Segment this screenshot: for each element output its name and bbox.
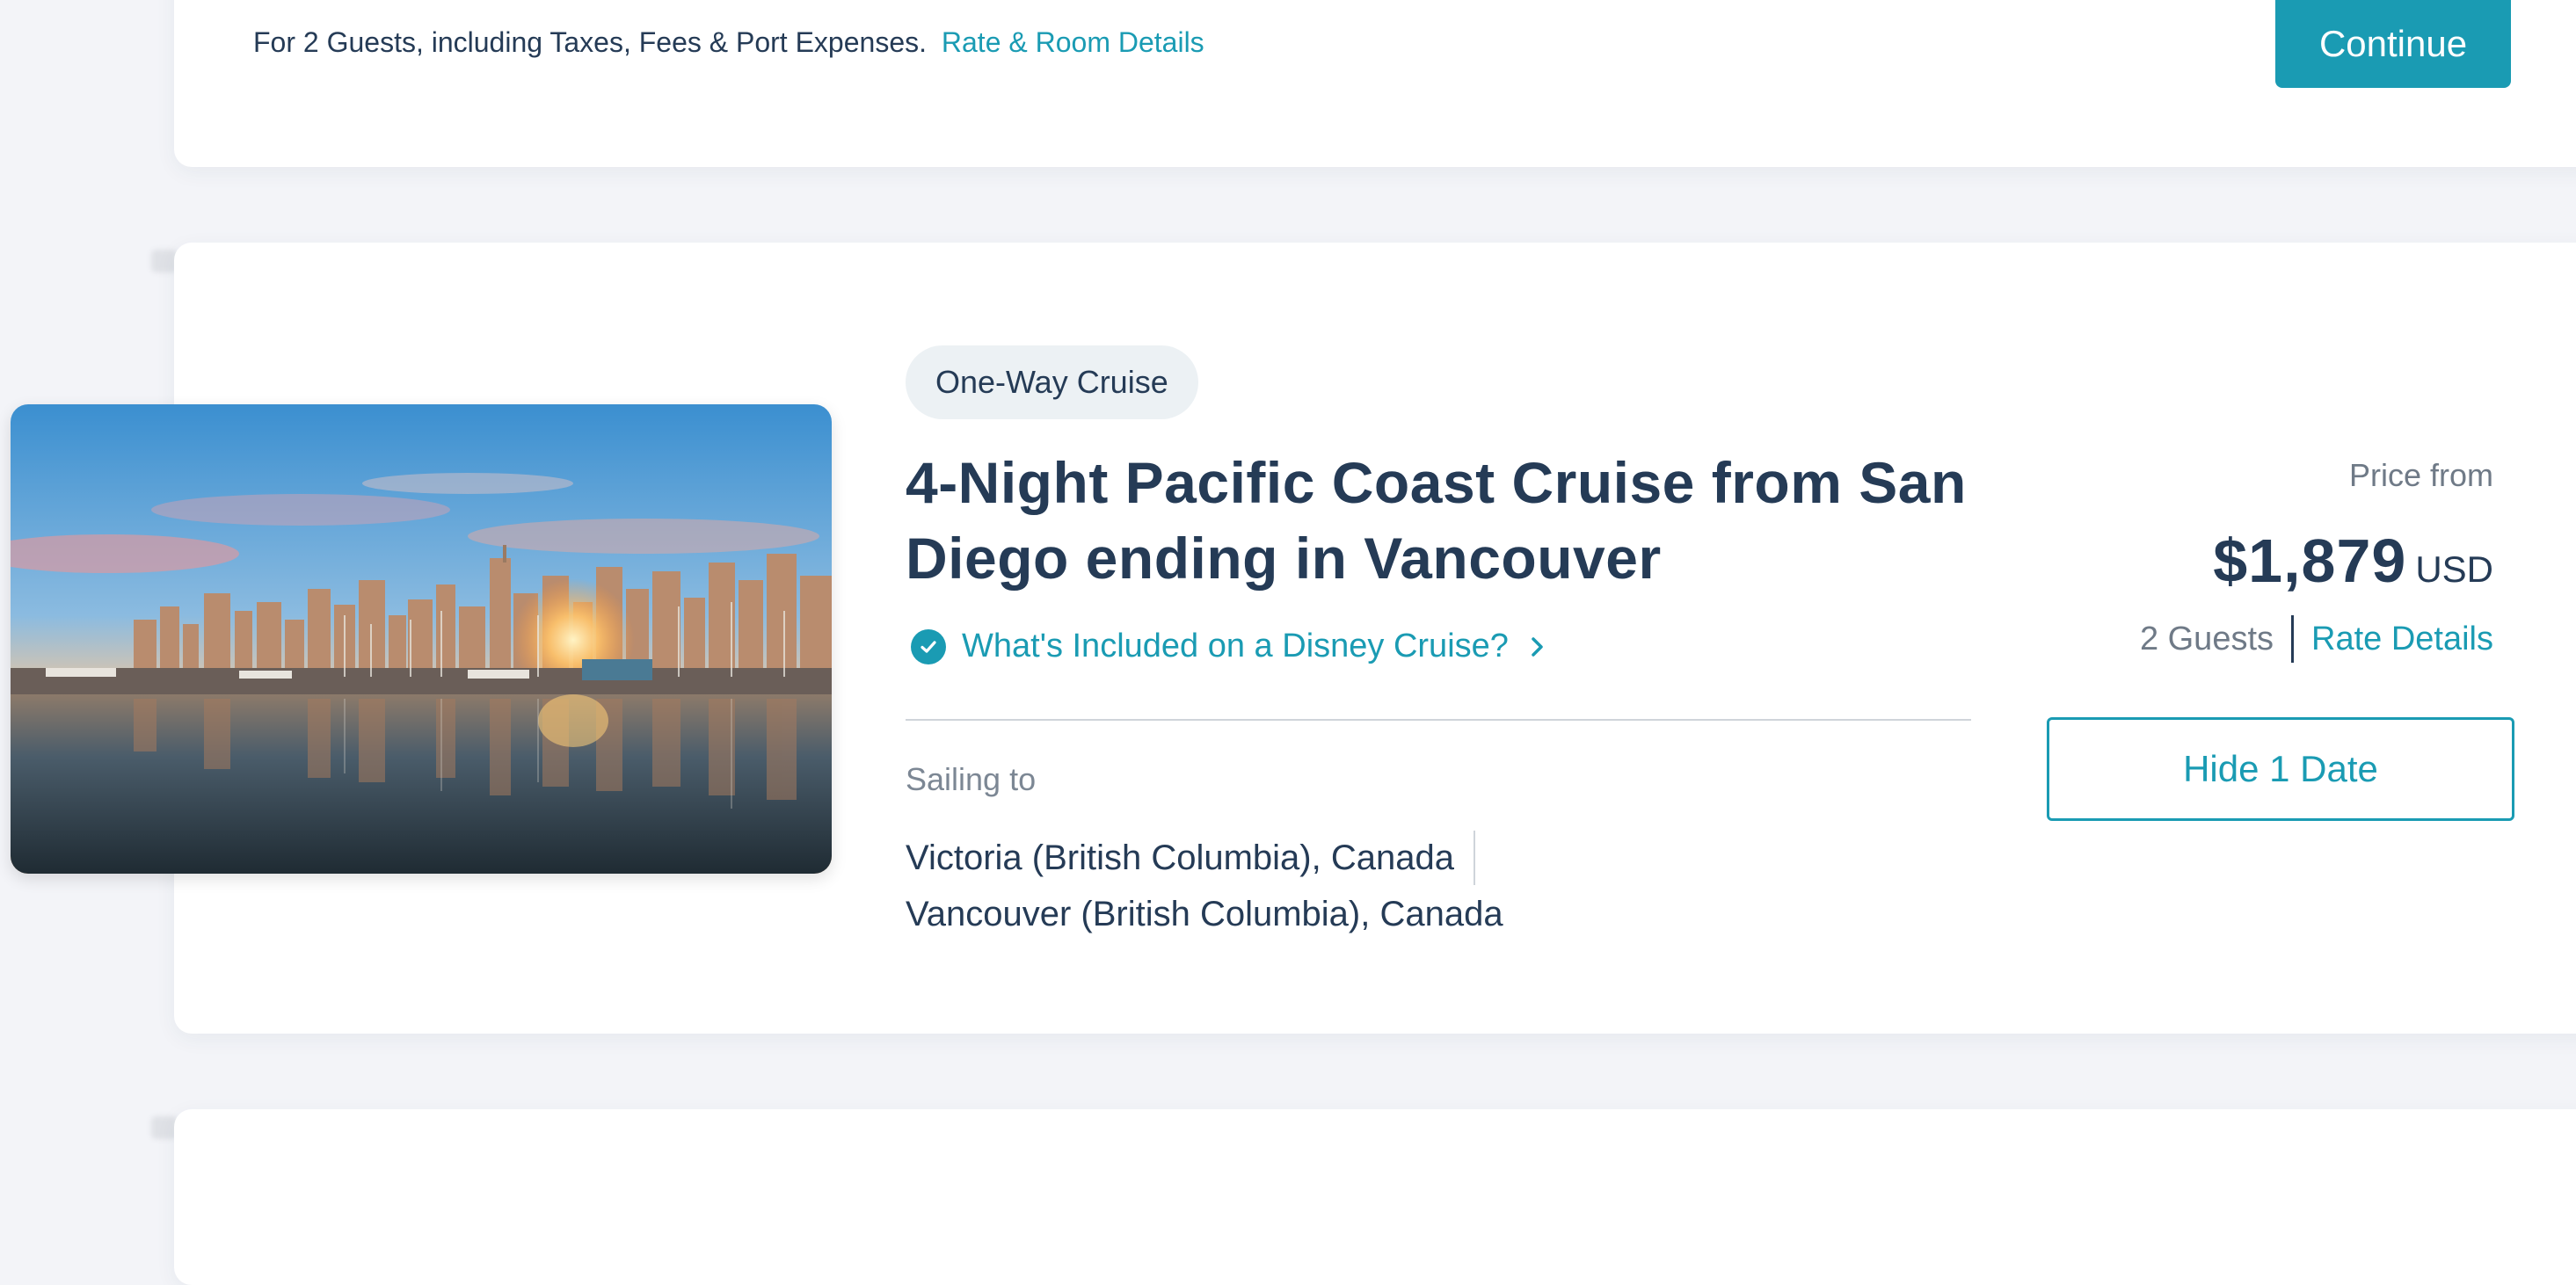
price-note: For 2 Guests, including Taxes, Fees & Po…: [253, 26, 1204, 59]
port-list: Victoria (British Columbia), Canada Vanc…: [906, 830, 1503, 942]
port-item: Vancouver (British Columbia), Canada: [906, 886, 1503, 942]
sailing-to-label: Sailing to: [906, 761, 1037, 797]
rate-room-details-link[interactable]: Rate & Room Details: [942, 26, 1204, 58]
vancouver-skyline-image: [11, 404, 832, 874]
port-separator: [1473, 831, 1475, 885]
section-divider: [906, 719, 1971, 721]
continue-button[interactable]: Continue: [2275, 0, 2511, 88]
price-currency: USD: [2415, 548, 2493, 590]
price-block: Price from $1,879 USD 2 Guests Rate Deta…: [2140, 454, 2493, 663]
guest-count: 2 Guests: [2139, 620, 2274, 657]
guest-separator: [2291, 615, 2295, 663]
rate-details-link[interactable]: Rate Details: [2311, 621, 2493, 658]
cruise-type-badge: One-Way Cruise: [906, 345, 1198, 419]
hide-dates-button[interactable]: Hide 1 Date: [2047, 717, 2514, 821]
price-line: $1,879 USD: [2140, 526, 2493, 596]
cruise-destination-image: [11, 404, 832, 874]
port-item: Victoria (British Columbia), Canada: [906, 830, 1503, 886]
check-circle-icon: [911, 628, 946, 664]
guests-line: 2 Guests Rate Details: [2140, 615, 2493, 663]
price-amount: $1,879: [2213, 526, 2407, 595]
port-name: Victoria (British Columbia), Canada: [906, 839, 1454, 877]
whats-included-label: What's Included on a Disney Cruise?: [962, 628, 1509, 664]
chevron-right-icon: [1530, 635, 1546, 658]
cruise-title: 4-Night Pacific Coast Cruise from San Di…: [906, 450, 1967, 591]
whats-included-link[interactable]: What's Included on a Disney Cruise?: [911, 628, 1546, 665]
price-note-text: For 2 Guests, including Taxes, Fees & Po…: [253, 26, 927, 58]
price-from-label: Price from: [2348, 457, 2493, 493]
previous-cruise-card: For 2 Guests, including Taxes, Fees & Po…: [174, 0, 2576, 167]
port-name: Vancouver (British Columbia), Canada: [906, 895, 1503, 933]
next-cruise-card: [174, 1109, 2576, 1285]
